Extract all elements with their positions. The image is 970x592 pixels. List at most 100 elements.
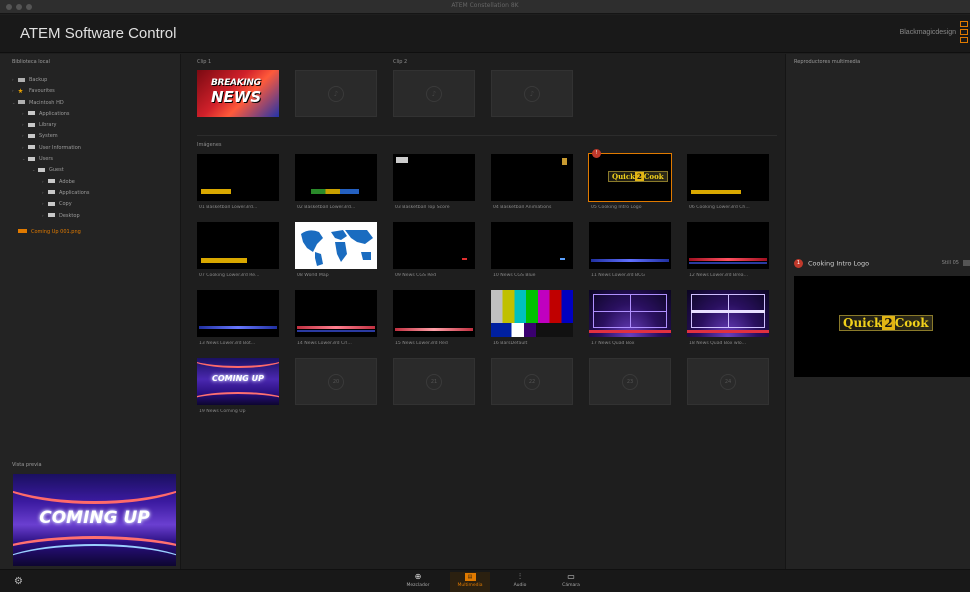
slot-number: 23 xyxy=(622,373,638,390)
still-04[interactable] xyxy=(491,154,573,201)
file-item-label: Coming Up 001.png xyxy=(31,228,81,235)
folder-icon xyxy=(28,133,35,138)
still-caption: 18 News Quad Box wlo... xyxy=(689,341,747,346)
still-13[interactable] xyxy=(197,290,279,337)
tree-item-applications-guest[interactable]: › Applications xyxy=(12,187,177,198)
decor-arc xyxy=(13,474,176,504)
still-01[interactable] xyxy=(197,154,279,201)
brand-mark-icon xyxy=(960,21,968,43)
blue-marker xyxy=(560,258,565,260)
still-03[interactable] xyxy=(393,154,475,201)
tree-item-user-information[interactable]: › User Information xyxy=(12,142,177,153)
media-player-preview[interactable]: Quick 2 Cook xyxy=(794,276,970,377)
empty-slot-21[interactable]: 21 xyxy=(393,358,475,405)
still-18[interactable] xyxy=(687,290,769,337)
lower-third-bar xyxy=(591,259,669,262)
tree-item-guest[interactable]: ⌄ Guest xyxy=(12,164,177,175)
media-player-header: 1 Cooking Intro Logo Still 05 xyxy=(794,259,970,271)
lower-third-bar xyxy=(689,258,767,261)
tab-label: Multimedia xyxy=(457,583,483,588)
still-12[interactable] xyxy=(687,222,769,269)
clip2-frame-empty[interactable]: ♪ xyxy=(393,70,475,117)
tree-item-backup[interactable]: › Backup xyxy=(12,74,177,85)
tree-item-library[interactable]: › Library xyxy=(12,119,177,130)
still-16[interactable] xyxy=(491,290,573,337)
disclosure-icon[interactable]: › xyxy=(12,85,18,96)
clip1-frame-1[interactable]: BREAKING NEWS xyxy=(197,70,279,117)
player-options-icon[interactable] xyxy=(963,260,970,266)
still-15[interactable] xyxy=(393,290,475,337)
media-icon: ▤ xyxy=(464,573,476,581)
music-note-icon: ♪ xyxy=(426,85,442,102)
file-item-coming-up[interactable]: Coming Up 001.png xyxy=(12,227,177,238)
player-title: Cooking Intro Logo xyxy=(808,259,870,268)
lower-third-bar xyxy=(199,326,277,329)
tree-item-macintosh-hd[interactable]: ⌄ Macintosh HD xyxy=(12,97,177,108)
folder-icon xyxy=(38,167,45,172)
quick2cook-logo: Quick 2 Cook xyxy=(839,315,933,331)
tab-audio[interactable]: ⫶ Audio xyxy=(500,572,540,592)
slot-number: 20 xyxy=(328,373,344,390)
tree-item-system[interactable]: › System xyxy=(12,130,177,141)
still-14[interactable] xyxy=(295,290,377,337)
empty-slot-20[interactable]: 20 xyxy=(295,358,377,405)
still-10[interactable] xyxy=(491,222,573,269)
brand-logo: Blackmagicdesign xyxy=(899,29,956,36)
quick2cook-logo: Quick 2 Cook xyxy=(608,171,668,182)
clip2-frame-empty[interactable]: ♪ xyxy=(491,70,573,117)
still-17[interactable] xyxy=(589,290,671,337)
still-06[interactable] xyxy=(687,154,769,201)
coming-up-text: COMING UP xyxy=(211,374,264,383)
tree-item-copy[interactable]: › Copy xyxy=(12,198,177,209)
audio-icon: ⫶ xyxy=(519,572,521,581)
panel-title: Reproductores multimedia xyxy=(794,59,861,65)
empty-slot-24[interactable]: 24 xyxy=(687,358,769,405)
still-19[interactable]: COMING UP xyxy=(197,358,279,405)
media-pool: Clip 1 Clip 2 BREAKING NEWS ♪ ♪ ♪ Imágen… xyxy=(182,54,784,569)
lower-third-bar xyxy=(201,258,247,263)
still-11[interactable] xyxy=(589,222,671,269)
tree-item-label: Copy xyxy=(59,201,72,208)
still-caption: 10 News CGS Blue xyxy=(493,273,536,278)
lower-third-bar xyxy=(297,326,375,329)
tree-item-favourites[interactable]: › Favourites xyxy=(12,85,177,96)
empty-slot-23[interactable]: 23 xyxy=(589,358,671,405)
folder-icon xyxy=(48,201,55,206)
folder-icon xyxy=(28,145,35,150)
quad-red-stripe xyxy=(589,330,671,333)
tree-item-label: Macintosh HD xyxy=(29,99,64,106)
clip1-frame-empty[interactable]: ♪ xyxy=(295,70,377,117)
folder-icon xyxy=(28,111,35,116)
empty-slot-22[interactable]: 22 xyxy=(491,358,573,405)
still-caption: 02 Basketball Lower3rd... xyxy=(297,205,356,210)
app-header: ATEM Software Control Blackmagicdesign xyxy=(0,15,970,53)
tree-item-adobe[interactable]: › Adobe xyxy=(12,176,177,187)
preview-coming-up-text: COMING UP xyxy=(39,508,150,528)
still-caption: 05 Cooking Intro Logo xyxy=(591,205,642,210)
still-08[interactable] xyxy=(295,222,377,269)
tab-switcher[interactable]: ⊕ Mezclador xyxy=(398,572,438,592)
tree-item-label: Users xyxy=(39,156,54,163)
still-09[interactable] xyxy=(393,222,475,269)
music-note-icon: ♪ xyxy=(524,85,540,102)
clip-selector[interactable]: Still 05 xyxy=(942,260,959,266)
tree-item-users[interactable]: ⌄ Users xyxy=(12,153,177,164)
tab-label: Mezclador xyxy=(406,583,430,588)
still-02[interactable] xyxy=(295,154,377,201)
drive-icon xyxy=(18,77,25,82)
app-title: ATEM Software Control xyxy=(20,25,177,42)
tab-camera[interactable]: ▭ Cámara xyxy=(551,572,591,592)
quad-divider xyxy=(593,311,667,312)
world-map-graphic xyxy=(301,230,373,266)
tree-item-label: Applications xyxy=(59,189,90,196)
still-caption: 15 News Lower3rd Red xyxy=(395,341,448,346)
still-07[interactable] xyxy=(197,222,279,269)
tree-item-label: User Information xyxy=(39,144,81,151)
tree-item-applications[interactable]: › Applications xyxy=(12,108,177,119)
tab-media[interactable]: ▤ Multimedia xyxy=(450,572,490,592)
tree-item-desktop[interactable]: › Desktop xyxy=(12,210,177,221)
window-title: ATEM Constellation 8K xyxy=(451,2,519,9)
gear-icon[interactable]: ⚙ xyxy=(14,576,23,587)
still-05-selected[interactable]: Quick 2 Cook xyxy=(588,153,672,202)
lower-third-bar xyxy=(395,328,473,331)
